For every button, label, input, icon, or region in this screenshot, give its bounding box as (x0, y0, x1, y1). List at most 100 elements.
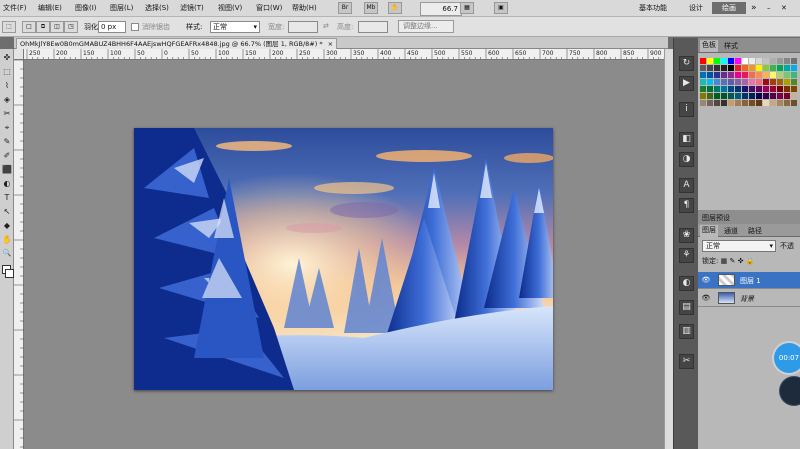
refine-edge-button[interactable]: 调整边缘... (398, 20, 454, 33)
background-color-swatch[interactable] (5, 269, 14, 278)
color-swatch[interactable] (700, 93, 706, 99)
arrange-documents-icon[interactable]: ▦ (460, 2, 474, 14)
color-swatch[interactable] (777, 58, 783, 64)
quick-select-tool-icon[interactable]: ◈ (1, 93, 13, 106)
color-swatch[interactable] (721, 100, 727, 106)
color-swatch[interactable] (707, 100, 713, 106)
tab-swatches[interactable]: 色板 (700, 40, 718, 52)
zoom-level-select[interactable]: 66.7 (420, 2, 462, 16)
color-swatch[interactable] (749, 72, 755, 78)
minibridge-icon[interactable]: Mb (364, 2, 378, 14)
subtract-selection-icon[interactable]: ◫ (50, 21, 64, 33)
new-selection-icon[interactable]: □ (22, 21, 36, 33)
color-swatch[interactable] (784, 58, 790, 64)
color-swatch[interactable] (714, 79, 720, 85)
tools-icon[interactable]: ✂ (679, 354, 694, 369)
color-swatch[interactable] (742, 79, 748, 85)
color-swatch[interactable] (714, 58, 720, 64)
shape-tool-icon[interactable]: ◆ (1, 219, 13, 232)
color-swatch[interactable] (763, 93, 769, 99)
color-swatch[interactable] (735, 93, 741, 99)
workspace-more-icon[interactable]: » (748, 2, 760, 14)
color-swatch[interactable] (714, 65, 720, 71)
color-swatch[interactable] (777, 86, 783, 92)
notes-icon[interactable]: ▥ (679, 324, 694, 339)
screen-mode-icon[interactable]: ▣ (494, 2, 508, 14)
blend-mode-select[interactable]: 正常 ▾ (702, 240, 776, 252)
paragraph-icon[interactable]: A (679, 178, 694, 193)
color-swatch[interactable] (756, 72, 762, 78)
antialias-checkbox[interactable] (131, 23, 139, 31)
color-swatch[interactable] (791, 72, 797, 78)
brush-tool-icon[interactable]: ✎ (1, 135, 13, 148)
recorder-control-button[interactable] (780, 377, 800, 405)
color-swatch[interactable] (735, 58, 741, 64)
color-swatch[interactable] (756, 79, 762, 85)
move-tool-icon[interactable]: ✜ (1, 51, 13, 64)
color-swatch[interactable] (770, 100, 776, 106)
color-swatch[interactable] (735, 100, 741, 106)
info-icon[interactable]: i (679, 102, 694, 117)
color-swatch[interactable] (784, 72, 790, 78)
paths-icon[interactable]: ▤ (679, 300, 694, 315)
document-image[interactable] (134, 128, 553, 390)
color-swatch[interactable] (728, 58, 734, 64)
clone-icon[interactable]: ❀ (679, 228, 694, 243)
color-swatch[interactable] (749, 86, 755, 92)
color-swatch[interactable] (721, 58, 727, 64)
menu-view[interactable]: 视图(V) (218, 3, 242, 13)
marquee-tool-icon[interactable]: ⬚ (1, 65, 13, 78)
menu-select[interactable]: 选择(S) (145, 3, 169, 13)
color-swatch[interactable] (777, 79, 783, 85)
color-swatch[interactable] (784, 65, 790, 71)
color-swatch[interactable] (728, 72, 734, 78)
color-swatch[interactable] (735, 86, 741, 92)
color-swatch[interactable] (735, 72, 741, 78)
color-swatch[interactable] (728, 65, 734, 71)
color-swatch[interactable] (742, 65, 748, 71)
color-swatch[interactable] (714, 86, 720, 92)
menu-layer[interactable]: 图层(L) (110, 3, 133, 13)
color-swatch[interactable] (721, 65, 727, 71)
color-swatch[interactable] (721, 86, 727, 92)
eraser-tool-icon[interactable]: ⬛ (1, 163, 13, 176)
tab-channels[interactable]: 通道 (724, 226, 738, 236)
layer-presets-title[interactable]: 图层预设 (702, 213, 730, 223)
zoom-tool-icon[interactable]: 🔍 (1, 247, 13, 260)
color-swatch[interactable] (791, 79, 797, 85)
color-swatch[interactable] (749, 58, 755, 64)
color-swatch[interactable] (763, 79, 769, 85)
hand-tool-icon[interactable]: ✋ (1, 233, 13, 246)
menu-window[interactable]: 窗口(W) (256, 3, 282, 13)
clone-stamp-tool-icon[interactable]: ✐ (1, 149, 13, 162)
horizontal-ruler[interactable]: 250 200 150 100 50 0 50 100 150 200 250 300 350 400 45… (24, 49, 668, 60)
color-swatch[interactable] (791, 100, 797, 106)
color-swatch[interactable] (735, 79, 741, 85)
brush-icon[interactable]: ¶ (679, 198, 694, 213)
color-swatch[interactable] (777, 100, 783, 106)
color-swatch[interactable] (721, 93, 727, 99)
eye-icon[interactable]: 👁 (701, 294, 711, 302)
color-swatch[interactable] (714, 100, 720, 106)
character-icon[interactable]: ◑ (679, 152, 694, 167)
recording-timer-badge[interactable]: 00:07 (774, 343, 800, 373)
color-swatch[interactable] (707, 86, 713, 92)
color-swatch[interactable] (721, 79, 727, 85)
color-swatch[interactable] (700, 72, 706, 78)
color-swatch[interactable] (728, 100, 734, 106)
lock-paint-icon[interactable]: ✎ (729, 257, 735, 265)
color-swatch[interactable] (756, 93, 762, 99)
color-swatch[interactable] (763, 86, 769, 92)
lasso-tool-icon[interactable]: ⌇ (1, 79, 13, 92)
hand-tool-icon[interactable]: ✋ (388, 2, 402, 14)
color-swatch[interactable] (742, 93, 748, 99)
actions-icon[interactable]: ▶ (679, 76, 694, 91)
color-swatch[interactable] (749, 93, 755, 99)
color-swatch[interactable] (749, 100, 755, 106)
color-swatch[interactable] (784, 86, 790, 92)
style-select[interactable]: 正常 ▾ (210, 21, 260, 33)
color-swatch[interactable] (728, 79, 734, 85)
height-input[interactable] (358, 21, 388, 33)
color-swatch[interactable] (770, 72, 776, 78)
tab-styles[interactable]: 样式 (724, 41, 738, 51)
